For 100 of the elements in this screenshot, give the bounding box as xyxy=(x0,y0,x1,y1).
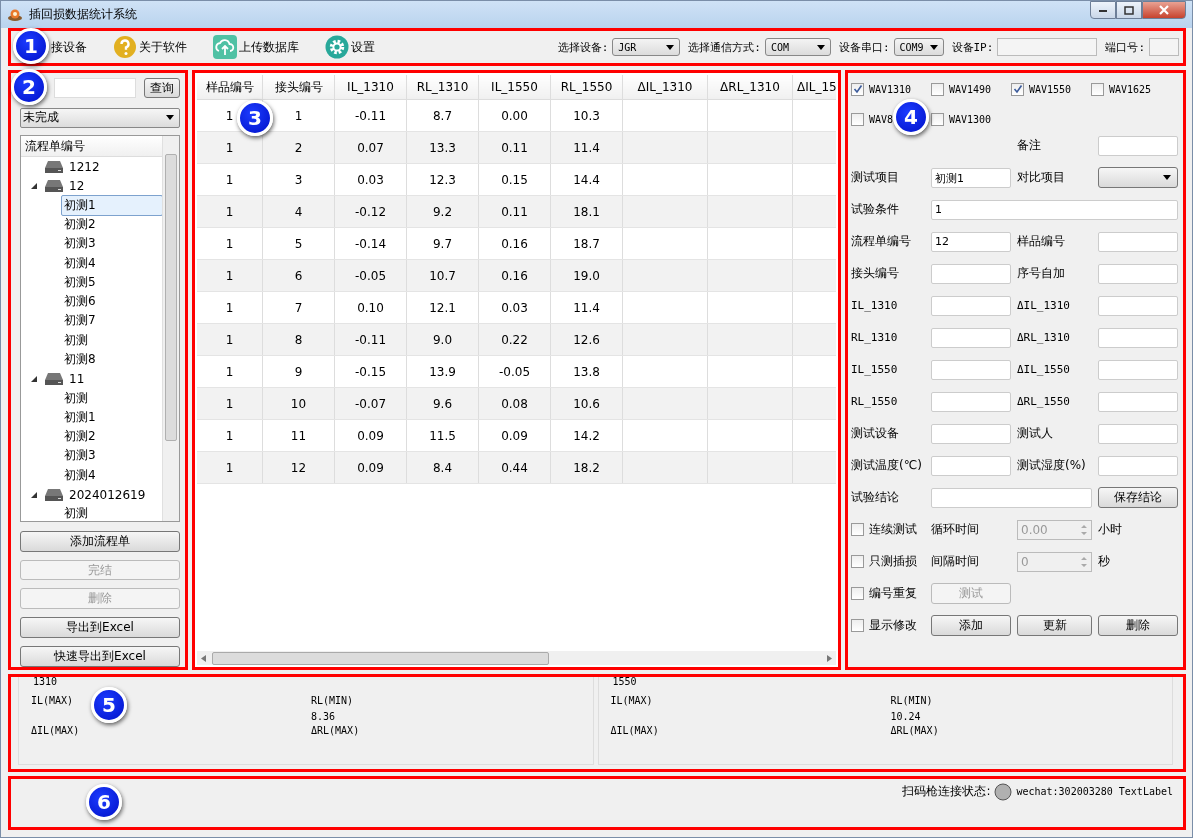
tree-item[interactable]: 初测1 xyxy=(61,194,163,216)
toolbar-button[interactable]: 设置 xyxy=(325,35,383,59)
expanded-arrow-icon[interactable] xyxy=(31,375,37,382)
checkbox[interactable]: WAV1550 xyxy=(1011,81,1072,97)
checkbox[interactable]: 显示修改 xyxy=(851,617,925,634)
action-button[interactable]: 导出到Excel xyxy=(20,617,180,639)
action-button[interactable]: 更新 xyxy=(1017,615,1092,636)
input-field[interactable] xyxy=(931,423,1011,444)
input-field[interactable] xyxy=(997,38,1098,56)
expanded-arrow-icon[interactable] xyxy=(31,182,37,189)
input-field[interactable] xyxy=(1098,455,1178,476)
callout-badge: 6 xyxy=(86,784,122,820)
input-field[interactable] xyxy=(931,359,1011,380)
checkbox[interactable]: 编号重复 xyxy=(851,585,925,602)
tree-item[interactable]: 初测 xyxy=(61,387,91,409)
table-cell: 12 xyxy=(290,460,307,475)
tree-node[interactable]: 2024012619 xyxy=(69,487,146,502)
input-field[interactable] xyxy=(931,263,1011,284)
input-field[interactable] xyxy=(1098,263,1178,284)
scrollbar[interactable] xyxy=(162,135,179,521)
table-cell: 9.7 xyxy=(432,236,453,251)
input-field[interactable]: 初测1 xyxy=(931,167,1011,188)
column-header[interactable]: ΔRL_1310 xyxy=(707,75,793,100)
input-field[interactable] xyxy=(1098,231,1178,252)
input-field[interactable] xyxy=(931,295,1011,316)
tree-item[interactable]: 初测2 xyxy=(61,213,99,235)
tree-node[interactable]: 12 xyxy=(69,178,85,193)
toolbar-button[interactable]: 接设备 xyxy=(51,38,95,56)
checkbox[interactable]: WAV1310 xyxy=(851,81,912,97)
column-header[interactable]: RL_1310 xyxy=(406,75,479,100)
dropdown[interactable] xyxy=(1098,167,1178,188)
input-field[interactable] xyxy=(931,391,1011,412)
action-button[interactable]: 添加 xyxy=(931,615,1011,636)
input-field[interactable]: 1 xyxy=(931,199,1178,220)
tree-item[interactable]: 初测1 xyxy=(61,406,99,428)
tree-item[interactable]: 初测5 xyxy=(61,271,99,293)
checkbox[interactable]: WAV1300 xyxy=(931,111,992,127)
input-field[interactable] xyxy=(1098,327,1178,348)
column-header[interactable]: ΔIL_1310 xyxy=(622,75,708,100)
column-header[interactable]: 接头编号 xyxy=(262,75,335,100)
checkbox[interactable]: 只测插损 xyxy=(851,553,925,570)
filter-dropdown[interactable]: 未完成 xyxy=(20,108,180,128)
dropdown[interactable]: COM xyxy=(764,38,831,56)
column-header[interactable]: RL_1550 xyxy=(550,75,623,100)
close-button[interactable] xyxy=(1142,1,1186,19)
scroll-left-icon[interactable] xyxy=(201,654,206,662)
checkbox[interactable]: 连续测试 xyxy=(851,521,925,538)
minimize-button[interactable] xyxy=(1090,1,1116,19)
dropdown[interactable]: JGR xyxy=(612,38,681,56)
checkbox[interactable]: WAV1490 xyxy=(931,81,992,97)
tree-node[interactable]: 11 xyxy=(69,371,85,386)
stat-label: ΔRL(MAX) xyxy=(311,725,360,736)
input-field[interactable] xyxy=(931,487,1092,508)
column-header[interactable]: IL_1550 xyxy=(478,75,551,100)
tree-item[interactable]: 初测 xyxy=(61,503,91,521)
action-button[interactable]: 快速导出到Excel xyxy=(20,646,180,667)
scrollbar[interactable] xyxy=(197,651,836,665)
input-field[interactable] xyxy=(1098,423,1178,444)
checkbox[interactable]: WAV8 xyxy=(851,111,894,127)
dropdown[interactable]: COM9 xyxy=(893,38,944,56)
tree-item[interactable]: 初测 xyxy=(61,329,91,351)
table-cell: 8.7 xyxy=(432,108,453,123)
search-button[interactable]: 查询 xyxy=(143,78,180,98)
input-field[interactable]: 12 xyxy=(931,231,1011,252)
tree-item[interactable]: 初测6 xyxy=(61,291,99,313)
input-field[interactable] xyxy=(1149,38,1179,56)
column-header[interactable]: 样品编号 xyxy=(197,75,263,100)
maximize-button[interactable] xyxy=(1116,1,1142,19)
tree-item[interactable]: 初测2 xyxy=(61,426,99,448)
input-field[interactable] xyxy=(931,455,1011,476)
stat-value: 8.36 xyxy=(311,711,336,722)
toolbar-button[interactable]: 关于软件 xyxy=(113,35,195,59)
stat-label: RL(MIN) xyxy=(311,695,354,706)
action-button[interactable]: 保存结论 xyxy=(1098,487,1178,508)
tree-item[interactable]: 初测3 xyxy=(61,233,99,255)
action-button[interactable]: 删除 xyxy=(1098,615,1178,636)
group-title: 1550 xyxy=(610,677,639,687)
column-header[interactable]: IL_1310 xyxy=(334,75,407,100)
tree-item[interactable]: 初测3 xyxy=(61,445,99,467)
toolbar-button[interactable]: 上传数据库 xyxy=(213,35,307,59)
tree-item[interactable]: 初测4 xyxy=(61,464,99,486)
tree-node[interactable]: 1212 xyxy=(69,159,100,174)
column-header[interactable]: ΔIL_15 xyxy=(792,75,836,100)
input-field[interactable] xyxy=(1098,295,1178,316)
tree-item[interactable]: 初测7 xyxy=(61,310,99,332)
table-cell: 1 xyxy=(225,204,234,219)
search-field[interactable] xyxy=(54,78,136,98)
table-cell: -0.05 xyxy=(498,364,531,379)
tree-item[interactable]: 初测8 xyxy=(61,349,99,370)
scroll-right-icon[interactable] xyxy=(827,654,832,662)
checkbox[interactable]: WAV1625 xyxy=(1091,81,1152,97)
group-title: 1310 xyxy=(31,677,60,687)
action-button[interactable]: 添加流程单 xyxy=(20,530,180,552)
expanded-arrow-icon[interactable] xyxy=(31,491,37,498)
input-field[interactable] xyxy=(931,327,1011,348)
input-field[interactable] xyxy=(1098,359,1178,380)
tree-item[interactable]: 初测4 xyxy=(61,252,99,274)
input-field[interactable] xyxy=(1098,391,1178,412)
input-field[interactable] xyxy=(1098,135,1178,156)
field-label: RL_1310 xyxy=(851,331,899,344)
